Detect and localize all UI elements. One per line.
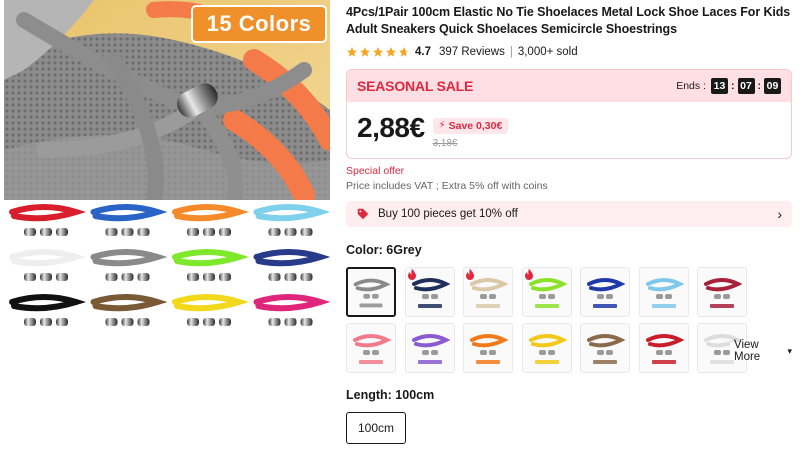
color-swatch[interactable] xyxy=(463,267,513,317)
swatch-thumbnail xyxy=(645,334,684,364)
sale-header: SEASONAL SALE Ends : 13 : 07 : 09 xyxy=(347,70,791,102)
length-option-100cm[interactable]: 100cm xyxy=(346,412,406,444)
star-icon xyxy=(347,47,357,57)
swatch-thumbnail xyxy=(645,278,684,308)
original-price: 3,18€ xyxy=(432,137,458,149)
color-swatch[interactable] xyxy=(580,267,630,317)
view-more-button[interactable]: View More ▾ xyxy=(730,339,792,363)
colors-badge: 15 Colors xyxy=(206,11,312,36)
price-tag-icon xyxy=(357,208,369,220)
swatch-thumbnail xyxy=(411,334,450,364)
color-swatch[interactable] xyxy=(697,267,747,317)
view-more-label: View More xyxy=(734,339,761,363)
star-icon xyxy=(373,47,383,57)
countdown: Ends : 13 : 07 : 09 xyxy=(676,78,781,94)
current-price: 2,88€ xyxy=(357,112,425,143)
color-swatch[interactable] xyxy=(463,323,513,373)
special-offer: Special offer xyxy=(346,165,405,177)
fire-icon xyxy=(524,268,533,280)
price-row: 2,88€ ⚡ Save 0,30€ 3,18€ xyxy=(347,102,791,149)
save-badge: ⚡ Save 0,30€ xyxy=(432,117,509,134)
length-label: Length: 100cm xyxy=(346,388,435,402)
savings: ⚡ Save 0,30€ 3,18€ xyxy=(432,115,509,149)
fire-icon xyxy=(407,268,416,280)
color-swatch[interactable] xyxy=(404,267,455,317)
color-swatch[interactable] xyxy=(638,267,689,317)
vat-note: Price includes VAT ; Extra 5% off with c… xyxy=(346,180,548,192)
color-swatch[interactable] xyxy=(404,323,455,373)
color-label: Color: 6Grey xyxy=(346,243,422,257)
chevron-right-icon: › xyxy=(777,206,782,222)
countdown-seconds: 09 xyxy=(764,78,781,94)
color-swatch[interactable] xyxy=(521,267,572,317)
swatch-thumbnail xyxy=(353,278,391,308)
rating-value: 4.7 xyxy=(415,46,431,58)
color-swatch[interactable] xyxy=(580,323,630,373)
color-swatch[interactable] xyxy=(521,323,572,373)
color-swatch[interactable] xyxy=(638,323,689,373)
countdown-hours: 13 xyxy=(711,78,728,94)
countdown-label: Ends : xyxy=(676,80,706,92)
rating-stars xyxy=(346,46,410,58)
fire-icon xyxy=(466,268,474,280)
color-swatches xyxy=(346,267,747,373)
star-icon xyxy=(360,47,370,57)
reviews-link[interactable]: 397 Reviews xyxy=(439,46,505,58)
rating-row[interactable]: 4.7 397 Reviews | 3,000+ sold xyxy=(346,41,792,63)
bulk-discount-banner[interactable]: Buy 100 pieces get 10% off › xyxy=(346,201,792,227)
product-info: 4Pcs/1Pair 100cm Elastic No Tie Shoelace… xyxy=(346,0,792,444)
sale-price-box: SEASONAL SALE Ends : 13 : 07 : 09 2,88€ … xyxy=(346,69,792,159)
divider: | xyxy=(509,46,513,58)
bulk-discount-text: Buy 100 pieces get 10% off xyxy=(378,208,518,220)
swatch-thumbnail xyxy=(587,334,626,364)
sold-count: 3,000+ sold xyxy=(517,46,578,58)
save-text: Save 0,30€ xyxy=(448,119,503,132)
star-icon xyxy=(386,47,396,57)
color-swatch[interactable] xyxy=(346,267,396,317)
swatch-thumbnail xyxy=(587,278,626,308)
product-image-art xyxy=(4,0,330,338)
product-image[interactable]: 15 Colors xyxy=(4,0,330,338)
star-half-icon xyxy=(399,47,409,57)
sale-label: SEASONAL SALE xyxy=(357,78,474,94)
swatch-thumbnail xyxy=(704,278,743,308)
color-swatch[interactable] xyxy=(346,323,396,373)
countdown-colon: : xyxy=(731,80,735,92)
product-title: 4Pcs/1Pair 100cm Elastic No Tie Shoelace… xyxy=(346,5,791,36)
chevron-down-icon: ▾ xyxy=(787,345,792,356)
swatch-thumbnail xyxy=(528,334,567,364)
countdown-minutes: 07 xyxy=(737,78,755,94)
swatch-thumbnail xyxy=(353,334,392,364)
swatch-thumbnail xyxy=(470,334,509,364)
lightning-icon: ⚡ xyxy=(438,120,446,131)
countdown-colon: : xyxy=(757,80,762,92)
